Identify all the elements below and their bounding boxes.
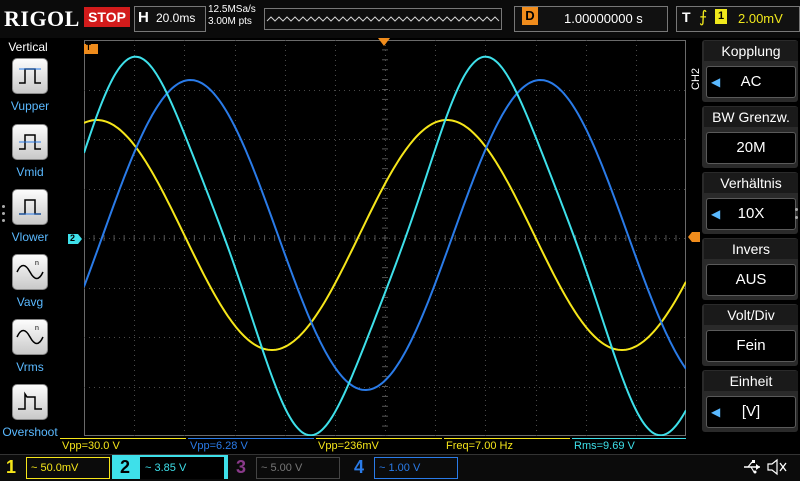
trigger-marker-text: T bbox=[86, 43, 91, 52]
rising-edge-icon: ⨍ bbox=[699, 9, 708, 26]
vmid-button[interactable] bbox=[12, 124, 48, 160]
sample-rate: 12.5MSa/s bbox=[208, 4, 256, 15]
ch2-number[interactable]: 2 bbox=[120, 457, 130, 478]
trigger-time-marker[interactable] bbox=[378, 38, 390, 46]
menu-arrow-icon: ◀ bbox=[711, 75, 721, 89]
unit-value: [V] bbox=[741, 403, 761, 420]
menu-grip-dot bbox=[2, 219, 5, 222]
kopplung-value-box[interactable]: ◀ AC bbox=[706, 66, 796, 98]
trigger-delay-value: 1.00000000 s bbox=[564, 11, 643, 26]
menu-grip-dot bbox=[795, 208, 798, 211]
menu-arrow-icon: ◀ bbox=[711, 405, 721, 419]
voltdiv-value-box[interactable]: Fein bbox=[706, 330, 796, 362]
overshoot-icon bbox=[18, 391, 42, 410]
ratio-value: 10X bbox=[737, 205, 765, 222]
ratio-value-box[interactable]: ◀ 10X bbox=[706, 198, 796, 230]
measurement-4[interactable]: Freq=7.00 Hz bbox=[444, 438, 570, 453]
vlower-label: Vlower bbox=[11, 230, 49, 244]
timebase-value: 20.0ms bbox=[156, 11, 196, 25]
measurement-1[interactable]: Vpp=30.0 V bbox=[60, 438, 186, 453]
ch2-marker-text: 2 bbox=[70, 233, 76, 243]
vupper-button[interactable] bbox=[12, 58, 48, 94]
voltdiv-label: Volt/Div bbox=[704, 305, 798, 325]
vlower-icon bbox=[19, 199, 41, 215]
vupper-label: Vupper bbox=[10, 99, 50, 113]
invert-label: Invers bbox=[704, 239, 798, 259]
svg-text:n: n bbox=[35, 260, 39, 267]
memory-waveform-icon bbox=[266, 16, 500, 22]
menu-grip-dot bbox=[2, 212, 5, 215]
memory-depth: 3.00M pts bbox=[208, 16, 252, 27]
menu-arrow-icon: ◀ bbox=[711, 207, 721, 221]
ch1-scale-box[interactable]: ~ 50.0mV bbox=[26, 457, 110, 479]
vmid-icon bbox=[19, 134, 41, 150]
brand-logo: RIGOL bbox=[4, 6, 80, 31]
svg-text:n: n bbox=[35, 325, 39, 332]
vrms-button[interactable]: n bbox=[12, 319, 48, 355]
menu-grip-dot bbox=[795, 216, 798, 219]
grid-lines bbox=[84, 40, 686, 436]
ch2-scale: ~ 3.85 V bbox=[145, 462, 187, 474]
invert-value: AUS bbox=[735, 271, 767, 288]
ch3-number[interactable]: 3 bbox=[236, 457, 246, 478]
trigger-level: 2.00mV bbox=[738, 11, 783, 26]
menu-grip-dot bbox=[2, 205, 5, 208]
vavg-label: Vavg bbox=[16, 295, 44, 309]
vavg-button[interactable]: n bbox=[12, 254, 48, 290]
delay-letter: D bbox=[522, 7, 538, 25]
invert-value-box[interactable]: AUS bbox=[706, 264, 796, 296]
measurement-3[interactable]: Vpp=236mV bbox=[316, 438, 442, 453]
overshoot-label: Overshoot bbox=[2, 425, 58, 439]
ch3-scale-box[interactable]: ~ 5.00 V bbox=[256, 457, 340, 479]
ch2-scale-box[interactable]: ~ 3.85 V bbox=[140, 457, 224, 479]
timebase-letter: H bbox=[138, 9, 149, 26]
ratio-label: Verhältnis bbox=[704, 173, 798, 193]
unit-label: Einheit bbox=[704, 371, 798, 391]
ch4-scale-box[interactable]: ~ 1.00 V bbox=[374, 457, 458, 479]
left-menu-title: Vertical bbox=[8, 40, 48, 54]
run-stop-badge[interactable]: STOP bbox=[84, 7, 130, 27]
measurement-2[interactable]: Vpp=6.28 V bbox=[188, 438, 314, 453]
voltdiv-value: Fein bbox=[736, 337, 766, 354]
vmid-label: Vmid bbox=[16, 165, 44, 179]
ch1-scale: ~ 50.0mV bbox=[31, 462, 79, 474]
bw-value-box[interactable]: 20M bbox=[706, 132, 796, 164]
overshoot-button[interactable] bbox=[12, 384, 48, 420]
bw-label: BW Grenzw. bbox=[704, 107, 798, 127]
kopplung-label: Kopplung bbox=[704, 41, 798, 61]
trigger-level-marker[interactable] bbox=[688, 232, 700, 242]
speaker-muted-icon[interactable] bbox=[766, 458, 788, 476]
vavg-icon: n bbox=[16, 260, 44, 280]
vrms-label: Vrms bbox=[16, 360, 44, 374]
vupper-icon bbox=[19, 68, 41, 84]
vlower-button[interactable] bbox=[12, 189, 48, 225]
memory-overview-bar[interactable] bbox=[264, 8, 502, 30]
ch1-number[interactable]: 1 bbox=[6, 457, 16, 478]
ch4-scale: ~ 1.00 V bbox=[379, 462, 421, 474]
usb-icon bbox=[744, 460, 760, 474]
trigger-letter: T bbox=[682, 9, 691, 25]
unit-value-box[interactable]: ◀ [V] bbox=[706, 396, 796, 428]
kopplung-value: AC bbox=[740, 73, 762, 90]
bw-value: 20M bbox=[736, 139, 766, 156]
measurement-5[interactable]: Rms=9.69 V bbox=[572, 438, 686, 453]
menu-channel-label: CH2 bbox=[690, 67, 702, 90]
waveform-display[interactable] bbox=[84, 40, 686, 436]
trigger-source: 1 bbox=[715, 9, 727, 24]
vrms-icon: n bbox=[16, 325, 44, 345]
ch3-scale: ~ 5.00 V bbox=[261, 462, 303, 474]
ch4-number[interactable]: 4 bbox=[354, 457, 364, 478]
